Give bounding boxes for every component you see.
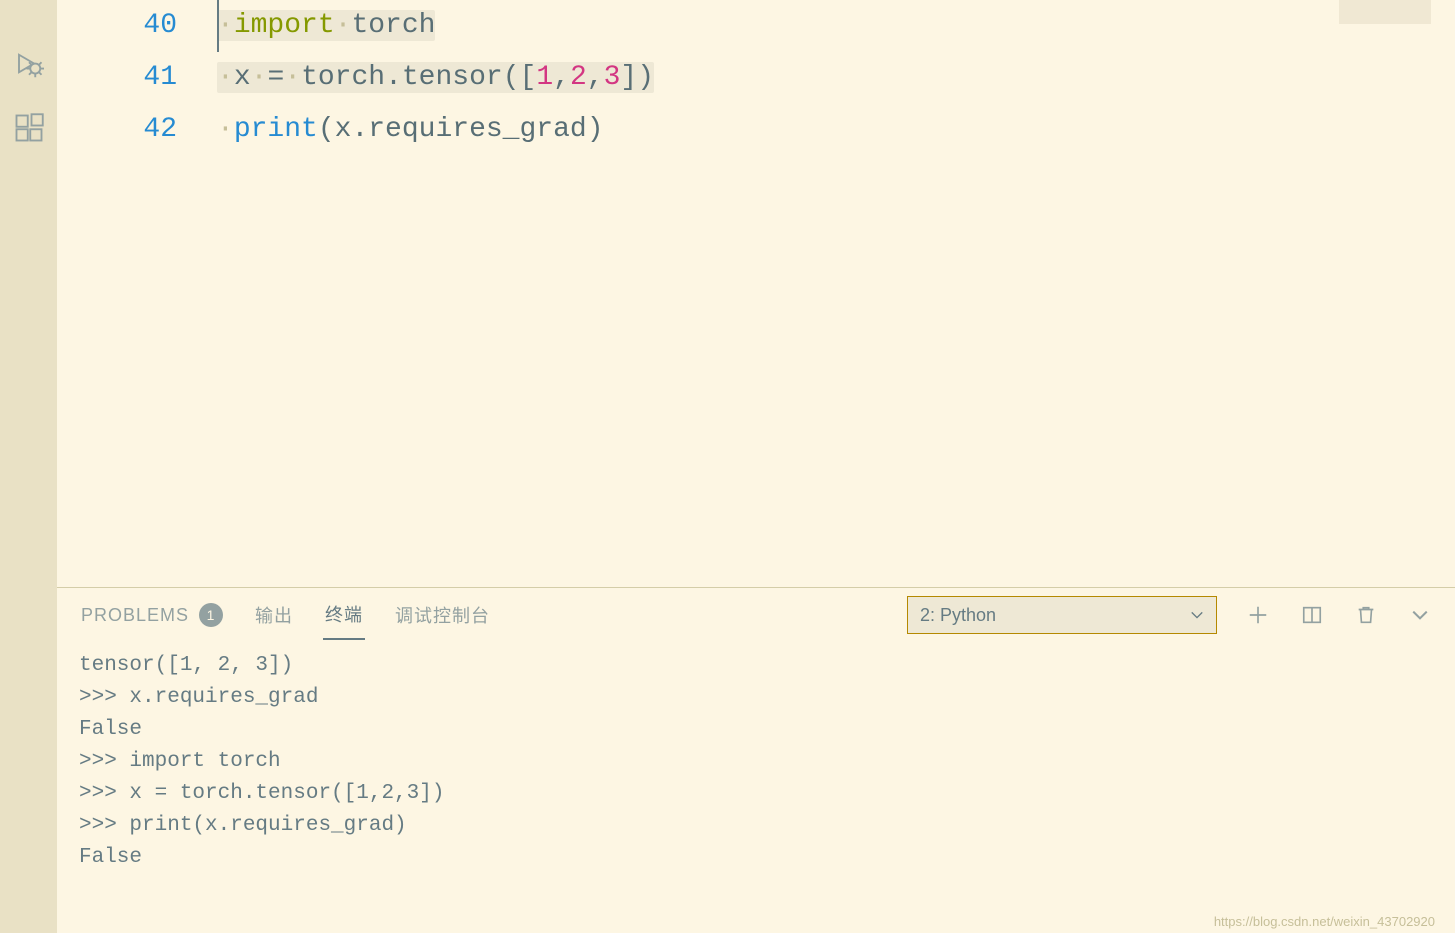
new-terminal-button[interactable] <box>1245 602 1271 628</box>
code-editor[interactable]: 40 41 42 ·import·torch ·x·=·torch.tensor… <box>57 0 1455 587</box>
line-number: 41 <box>57 52 177 104</box>
tab-debug-console[interactable]: 调试控制台 <box>393 591 492 639</box>
line-numbers: 40 41 42 <box>57 0 217 587</box>
watermark: https://blog.csdn.net/weixin_43702920 <box>1214 914 1435 929</box>
code-line[interactable]: ·import·torch <box>217 0 1455 52</box>
split-icon <box>1301 604 1323 626</box>
terminal-selector[interactable]: 2: Python <box>907 596 1217 634</box>
tab-label: PROBLEMS <box>81 605 189 626</box>
code-line[interactable]: ·x·=·torch.tensor([1,2,3]) <box>217 52 1455 104</box>
activity-bar <box>0 0 57 933</box>
chevron-down-icon <box>1190 608 1204 622</box>
extensions-icon[interactable] <box>13 112 45 144</box>
run-debug-icon[interactable] <box>13 50 45 82</box>
minimap[interactable] <box>1339 0 1431 24</box>
trash-icon <box>1355 604 1377 626</box>
terminal-output[interactable]: tensor([1, 2, 3]) >>> x.requires_grad Fa… <box>57 642 1455 933</box>
panel-tabs: PROBLEMS 1 输出 终端 调试控制台 2: Python <box>57 588 1455 642</box>
split-terminal-button[interactable] <box>1299 602 1325 628</box>
terminal-selector-label: 2: Python <box>920 605 1190 626</box>
tab-terminal[interactable]: 终端 <box>323 590 365 640</box>
tab-output[interactable]: 输出 <box>253 591 295 639</box>
main-area: 40 41 42 ·import·torch ·x·=·torch.tensor… <box>57 0 1455 933</box>
plus-icon <box>1247 604 1269 626</box>
kill-terminal-button[interactable] <box>1353 602 1379 628</box>
tab-problems[interactable]: PROBLEMS 1 <box>79 592 225 638</box>
line-number: 40 <box>57 0 177 52</box>
problems-badge: 1 <box>199 603 223 627</box>
line-number: 42 <box>57 104 177 156</box>
code-content[interactable]: ·import·torch ·x·=·torch.tensor([1,2,3])… <box>217 0 1455 587</box>
collapse-panel-button[interactable] <box>1407 602 1433 628</box>
bottom-panel: PROBLEMS 1 输出 终端 调试控制台 2: Python <box>57 587 1455 933</box>
cursor <box>217 0 219 52</box>
chevron-down-icon <box>1411 606 1429 624</box>
code-line[interactable]: ·print(x.requires_grad) <box>217 104 1455 156</box>
